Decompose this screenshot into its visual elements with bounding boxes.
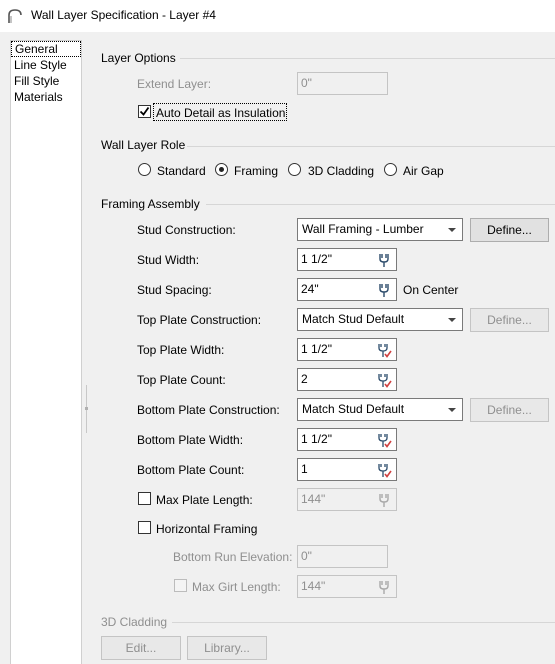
top-plate-count-label: Top Plate Count: [137,373,226,387]
bottom-plate-construction-label: Bottom Plate Construction: [137,403,280,417]
caliper-icon[interactable] [376,252,392,268]
bottom-run-elevation-label: Bottom Run Elevation: [173,550,293,564]
bottom-run-elevation-field: 0" [297,545,388,568]
divider [187,146,555,147]
top-plate-define-button[interactable]: Define... [470,308,549,332]
stud-spacing-label: Stud Spacing: [137,283,212,297]
top-plate-width-field[interactable]: 1 1/2" [297,338,397,361]
window-title: Wall Layer Specification - Layer #4 [31,8,216,22]
caliper-check-icon[interactable] [376,432,392,448]
radio-3d-cladding-label[interactable]: 3D Cladding [308,164,374,178]
bottom-plate-define-button[interactable]: Define... [470,398,549,422]
stud-width-field[interactable]: 1 1/2" [297,248,397,271]
extend-layer-field: 0" [297,72,388,95]
caliper-icon [379,581,389,594]
cladding-edit-button[interactable]: Edit... [101,636,181,660]
chevron-down-icon [448,408,456,412]
auto-detail-checkbox[interactable] [138,105,151,118]
check-icon [139,106,150,116]
max-plate-length-label[interactable]: Max Plate Length: [156,493,253,507]
radio-framing-label[interactable]: Framing [234,164,278,178]
stud-define-button[interactable]: Define... [470,218,549,242]
horizontal-framing-checkbox[interactable] [138,521,151,534]
max-girt-length-checkbox [174,579,187,592]
wall-layer-role-heading: Wall Layer Role [101,138,186,152]
chevron-down-icon [448,318,456,322]
radio-standard[interactable] [138,163,151,176]
layer-options-heading: Layer Options [101,51,176,65]
divider [180,58,555,59]
top-plate-width-label: Top Plate Width: [137,343,225,357]
caliper-icon [379,494,389,507]
radio-air-gap[interactable] [384,163,397,176]
extend-layer-label: Extend Layer: [137,77,212,91]
pane-splitter[interactable] [85,385,89,433]
stud-spacing-field[interactable]: 24" [297,278,397,301]
stud-construction-label: Stud Construction: [137,223,236,237]
stud-width-label: Stud Width: [137,253,200,267]
max-plate-length-field: 144" [297,488,397,511]
radio-framing[interactable] [215,163,228,176]
nav-item-fill-style[interactable]: Fill Style [11,73,81,89]
radio-air-gap-label[interactable]: Air Gap [403,164,444,178]
divider [172,622,555,623]
bottom-plate-width-field[interactable]: 1 1/2" [297,428,397,451]
max-plate-length-checkbox[interactable] [138,492,151,505]
caliper-check-icon[interactable] [376,342,392,358]
arch-icon [8,9,22,23]
max-girt-length-label: Max Girt Length: [192,580,281,594]
title-bar: Wall Layer Specification - Layer #4 [0,0,555,32]
bottom-plate-count-field[interactable]: 1 [297,458,397,481]
category-list[interactable]: General Line Style Fill Style Materials [10,40,82,664]
cladding-heading: 3D Cladding [101,615,168,629]
bottom-plate-count-label: Bottom Plate Count: [137,463,245,477]
nav-item-general[interactable]: General [11,41,81,57]
max-girt-length-field: 144" [297,575,397,598]
nav-item-line-style[interactable]: Line Style [11,57,81,73]
top-plate-construction-label: Top Plate Construction: [137,313,262,327]
horizontal-framing-label[interactable]: Horizontal Framing [156,522,257,536]
nav-item-materials[interactable]: Materials [11,89,81,105]
framing-assembly-heading: Framing Assembly [101,197,200,211]
caliper-icon[interactable] [376,282,392,298]
radio-standard-label[interactable]: Standard [157,164,206,178]
divider [206,204,555,205]
stud-construction-select[interactable]: Wall Framing - Lumber [297,218,463,241]
top-plate-construction-select[interactable]: Match Stud Default [297,308,463,331]
on-center-label: On Center [403,283,459,297]
top-plate-count-field[interactable]: 2 [297,368,397,391]
chevron-down-icon [448,228,456,232]
bottom-plate-width-label: Bottom Plate Width: [137,433,244,447]
radio-3d-cladding[interactable] [288,163,301,176]
caliper-check-icon[interactable] [376,462,392,478]
bottom-plate-construction-select[interactable]: Match Stud Default [297,398,463,421]
caliper-check-icon[interactable] [376,372,392,388]
cladding-library-button[interactable]: Library... [187,636,267,660]
auto-detail-label[interactable]: Auto Detail as Insulation [156,106,285,120]
